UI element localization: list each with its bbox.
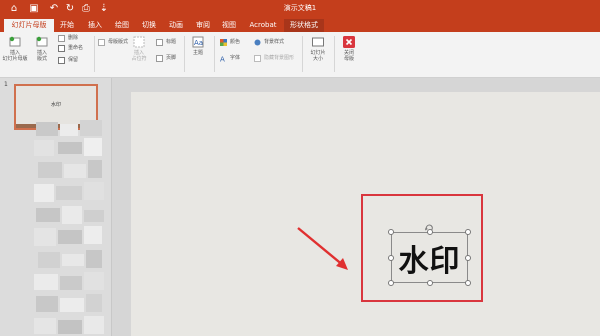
tab-acrobat[interactable]: Acrobat: [246, 19, 280, 32]
insert-slide-master-button[interactable]: 插入 幻灯片母版: [2, 36, 28, 62]
tab-draw[interactable]: 绘图: [111, 19, 133, 32]
close-icon: [343, 36, 355, 48]
insert-layout-button[interactable]: 插入 版式: [32, 36, 52, 62]
fonts-button[interactable]: A 字体: [220, 54, 240, 62]
theme-label: 主题: [192, 50, 203, 56]
ribbon-divider: [94, 36, 95, 72]
title-bar: ⌂ ▣ ↶ ↻ ⎙ ⇣ 演示文稿1: [0, 0, 600, 18]
delete-label: 删除: [68, 35, 79, 41]
arrow-annotation: [297, 227, 348, 270]
delete-icon: [58, 34, 65, 42]
fonts-label: 字体: [230, 55, 241, 61]
resize-handle[interactable]: [388, 229, 394, 235]
rename-button[interactable]: 重命名: [58, 44, 83, 52]
delete-button[interactable]: 删除: [58, 34, 78, 42]
preserve-button[interactable]: 保留: [58, 56, 78, 64]
colors-icon: [220, 38, 227, 46]
resize-handle[interactable]: [427, 229, 433, 235]
insert-layout-icon: [36, 36, 48, 47]
ribbon-divider: [334, 36, 335, 72]
hide-background-graphics-checkbox[interactable]: 隐藏背景图形: [254, 54, 294, 62]
master-layout-button[interactable]: 母版版式: [98, 38, 128, 46]
checkbox-icon: [156, 54, 163, 62]
ribbon: [0, 32, 600, 78]
slide-size-icon: [312, 37, 324, 47]
insert-placeholder-icon: [133, 36, 145, 48]
resize-handle[interactable]: [388, 280, 394, 286]
master-layout-label: 母版版式: [108, 39, 129, 45]
layout-thumbnails-blurred: [34, 120, 104, 336]
tab-slide-master[interactable]: 幻灯片母版: [4, 19, 54, 32]
colors-button[interactable]: 颜色: [220, 38, 240, 46]
ribbon-divider: [184, 36, 185, 72]
footer-checkbox[interactable]: 页脚: [156, 54, 176, 62]
tab-animations[interactable]: 动画: [165, 19, 187, 32]
tab-review[interactable]: 审阅: [192, 19, 214, 32]
preserve-icon: [58, 56, 65, 64]
svg-text:A: A: [220, 55, 225, 62]
background-styles-icon: [254, 39, 261, 45]
footer-label: 页脚: [166, 55, 177, 61]
colors-label: 颜色: [230, 39, 241, 45]
window-title: 演示文稿1: [283, 4, 317, 12]
tab-view[interactable]: 视图: [218, 19, 240, 32]
insert-placeholder-label: 插入 占位符: [131, 50, 147, 62]
insert-placeholder-button[interactable]: 插入 占位符: [128, 36, 150, 62]
close-master-view-label: 关闭 母版: [343, 50, 354, 62]
checkbox-icon: [156, 38, 163, 46]
resize-handle[interactable]: [465, 229, 471, 235]
svg-text:Aa: Aa: [194, 39, 203, 47]
hide-background-graphics-label: 隐藏背景图形: [264, 55, 295, 61]
resize-handle[interactable]: [465, 280, 471, 286]
rename-label: 重命名: [68, 45, 84, 51]
ribbon-divider: [302, 36, 303, 72]
insert-slide-master-label: 插入 幻灯片母版: [2, 50, 28, 62]
watermark-textbox[interactable]: 水印: [391, 232, 468, 283]
checkbox-icon: [254, 54, 261, 62]
slide-size-button[interactable]: 幻灯片 大小: [306, 36, 330, 62]
slide-number: 1: [4, 81, 8, 88]
rename-icon: [58, 44, 65, 52]
ribbon-tabs: 幻灯片母版 开始 插入 绘图 切换 动画 审阅 视图 Acrobat 形状格式: [0, 18, 600, 32]
tab-insert[interactable]: 插入: [84, 19, 106, 32]
thumbnail-text: 水印: [50, 102, 61, 108]
background-styles-button[interactable]: 背景样式: [254, 38, 284, 46]
resize-handle[interactable]: [388, 255, 394, 261]
slide-size-label: 幻灯片 大小: [310, 50, 326, 62]
tab-transitions[interactable]: 切换: [138, 19, 160, 32]
title-label: 标题: [166, 39, 177, 45]
background-styles-label: 背景样式: [264, 39, 285, 45]
watermark-text: 水印: [398, 243, 461, 279]
master-layout-icon: [98, 38, 105, 46]
tab-home[interactable]: 开始: [56, 19, 78, 32]
theme-button[interactable]: Aa 主题: [190, 36, 206, 56]
theme-icon: Aa: [192, 36, 204, 48]
tab-shape-format[interactable]: 形状格式: [284, 19, 324, 32]
insert-master-icon: [9, 36, 21, 47]
preserve-label: 保留: [68, 57, 79, 63]
fonts-icon: A: [220, 55, 225, 62]
resize-handle[interactable]: [427, 280, 433, 286]
title-checkbox[interactable]: 标题: [156, 38, 176, 46]
insert-layout-label: 插入 版式: [36, 50, 47, 62]
resize-handle[interactable]: [465, 255, 471, 261]
ribbon-divider: [214, 36, 215, 72]
close-master-view-button[interactable]: 关闭 母版: [338, 36, 360, 62]
